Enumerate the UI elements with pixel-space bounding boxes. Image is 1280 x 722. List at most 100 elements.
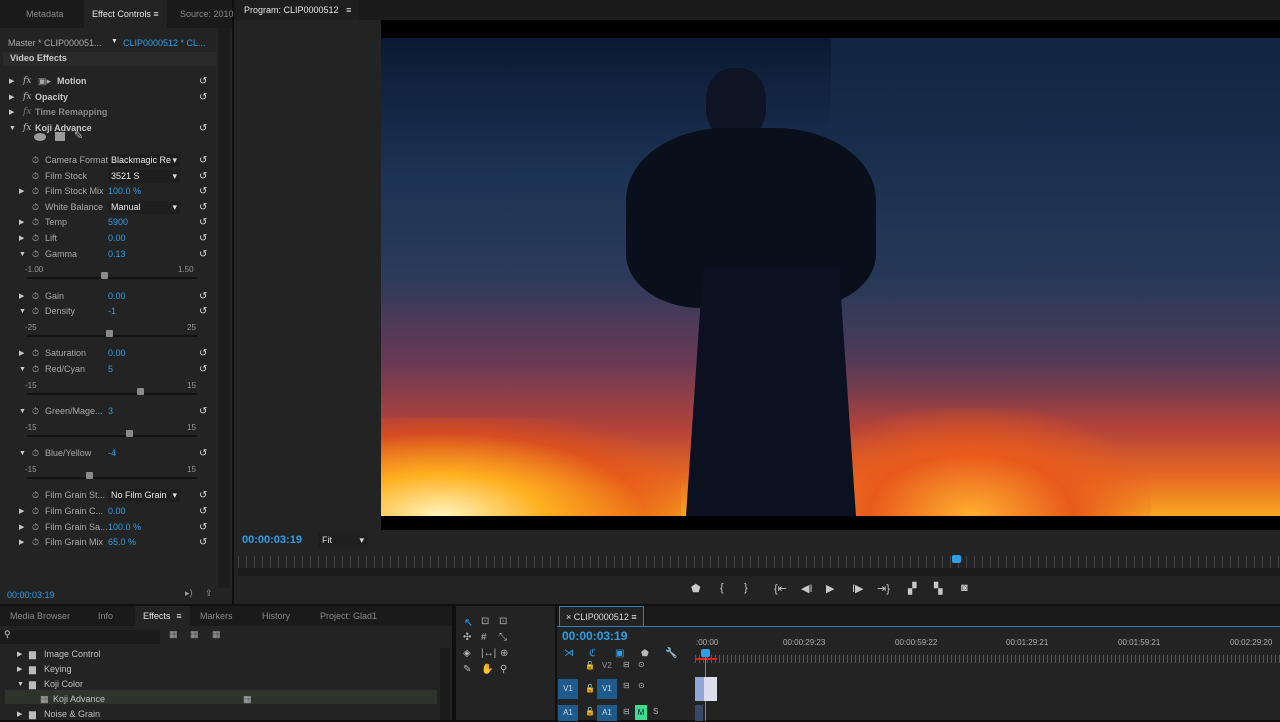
- search-input[interactable]: [0, 630, 160, 644]
- effect-browser-item[interactable]: ▦ Koji Advance ▦: [0, 692, 430, 707]
- effect-row-opacity[interactable]: ▶ fx Opacity ↺: [0, 90, 218, 105]
- param-dropdown[interactable]: Manual: [108, 200, 180, 214]
- slip-icon[interactable]: |↔|: [481, 648, 496, 659]
- param-value[interactable]: 0.00: [108, 346, 126, 361]
- collapse-triangle-icon[interactable]: ▼: [17, 677, 24, 692]
- stopwatch-icon[interactable]: ⏱: [32, 153, 39, 168]
- slider-thumb[interactable]: [100, 272, 108, 280]
- param-row[interactable]: ▼ ⏱ Blue/Yellow -4 ↺: [0, 446, 218, 461]
- effect-row-koji-advance[interactable]: ▼ fx Koji Advance ↺: [0, 121, 218, 136]
- rolling-edit-icon[interactable]: #: [481, 632, 487, 643]
- param-row[interactable]: ⏱ White Balance Manual ↺: [0, 200, 218, 215]
- reset-icon[interactable]: ↺: [199, 153, 207, 168]
- tab-effect-controls[interactable]: Effect Controls ≡: [84, 0, 167, 28]
- stopwatch-icon[interactable]: ⏱: [32, 231, 39, 246]
- panel-menu-icon[interactable]: ≡: [176, 611, 181, 621]
- export-frame-icon[interactable]: ◙: [961, 582, 968, 594]
- param-row[interactable]: ▼ ⏱ Green/Mage... 3 ↺: [0, 404, 218, 419]
- tab-media-browser[interactable]: Media Browser: [10, 606, 70, 626]
- slider-thumb[interactable]: [137, 387, 145, 395]
- yuv-filter-icon[interactable]: ▦: [212, 629, 221, 640]
- param-value[interactable]: 0.00: [108, 231, 126, 246]
- param-row[interactable]: ▼ ⏱ Red/Cyan 5 ↺: [0, 362, 218, 377]
- param-row[interactable]: ▶ ⏱ Film Grain Mix 65.0 % ↺: [0, 535, 218, 550]
- ripple-edit-icon[interactable]: ✣: [463, 632, 471, 643]
- expand-triangle-icon[interactable]: ▼: [9, 121, 16, 136]
- panel-menu-icon[interactable]: ≡: [153, 9, 158, 19]
- param-value[interactable]: 100.0 %: [108, 520, 141, 535]
- scrollbar[interactable]: [218, 28, 230, 588]
- snap-icon[interactable]: ⋊: [564, 648, 574, 659]
- slider-thumb[interactable]: [86, 471, 94, 479]
- tab-program[interactable]: Program: CLIP0000512 ≡: [236, 0, 360, 20]
- reset-icon[interactable]: ↺: [199, 231, 207, 246]
- mute-button[interactable]: M: [635, 705, 647, 720]
- settings-wrench-icon[interactable]: 🔧: [665, 648, 677, 659]
- play-icon[interactable]: ▶: [826, 582, 834, 595]
- fx-icon[interactable]: fx: [23, 121, 31, 136]
- param-row[interactable]: ▼ ⏱ Gamma 0.13 ↺: [0, 247, 218, 262]
- reset-icon[interactable]: ↺: [199, 289, 207, 304]
- param-slider-track[interactable]: [27, 429, 197, 437]
- stopwatch-icon[interactable]: ⏱: [32, 215, 39, 230]
- mark-out-icon[interactable]: }: [744, 582, 748, 594]
- stopwatch-icon[interactable]: ⏱: [32, 504, 39, 519]
- param-value[interactable]: 0.00: [108, 504, 126, 519]
- param-row[interactable]: ▶ ⏱ Lift 0.00 ↺: [0, 231, 218, 246]
- reset-icon[interactable]: ↺: [199, 304, 207, 319]
- pen-icon[interactable]: ✎: [463, 664, 471, 675]
- tab-source[interactable]: Source: 2010: [180, 0, 234, 28]
- expand-triangle-icon[interactable]: ▶: [19, 215, 24, 230]
- param-slider-track[interactable]: [27, 329, 197, 337]
- param-slider-track[interactable]: [27, 272, 197, 280]
- audio-clip[interactable]: [695, 705, 703, 721]
- timeline-timecode[interactable]: 00:00:03:19: [562, 629, 627, 643]
- tab-project-glad1[interactable]: Project: Glad1: [320, 606, 377, 626]
- slider-thumb[interactable]: [126, 429, 133, 437]
- hand-icon[interactable]: ✋: [481, 664, 493, 675]
- go-to-out-icon[interactable]: ⇥}: [877, 582, 890, 595]
- param-value[interactable]: 0.13: [108, 247, 126, 262]
- expand-triangle-icon[interactable]: ▶: [19, 184, 24, 199]
- stopwatch-icon[interactable]: ⏱: [32, 169, 39, 184]
- reset-icon[interactable]: ↺: [199, 520, 207, 535]
- time-ruler[interactable]: [238, 556, 1280, 568]
- expand-triangle-icon[interactable]: ▶: [19, 535, 24, 550]
- param-row[interactable]: ▼ ⏱ Density -1 ↺: [0, 304, 218, 319]
- source-patch-v1[interactable]: V1: [558, 679, 578, 699]
- expand-triangle-icon[interactable]: ▶: [19, 504, 24, 519]
- motion-transform-icon[interactable]: ▣▸: [38, 74, 51, 89]
- overwrite-icon[interactable]: ▚: [934, 582, 942, 595]
- tab-metadata[interactable]: Metadata: [26, 0, 64, 28]
- lock-icon[interactable]: 🔓: [585, 661, 595, 670]
- tab-timeline[interactable]: × CLIP0000512 ≡: [559, 606, 644, 626]
- track-select-backward-icon[interactable]: ⊡: [499, 616, 507, 627]
- pen-mask-icon[interactable]: ✎: [74, 129, 83, 142]
- insert-icon[interactable]: ▞: [908, 582, 916, 595]
- linked-selection-icon[interactable]: ℭ: [589, 648, 596, 659]
- zoom-icon[interactable]: ⚲: [500, 664, 507, 675]
- reset-icon[interactable]: ↺: [199, 247, 207, 262]
- accelerated-filter-icon[interactable]: ▦: [169, 629, 178, 640]
- collapse-triangle-icon[interactable]: ▼: [19, 304, 26, 319]
- selection-tool-icon[interactable]: ↖: [464, 616, 473, 629]
- panel-menu-icon[interactable]: ≡: [346, 5, 351, 15]
- stopwatch-icon[interactable]: ⏱: [32, 404, 39, 419]
- fx-icon[interactable]: fx: [23, 90, 31, 105]
- track-select-forward-icon[interactable]: ⊡: [481, 616, 489, 627]
- slider-thumb[interactable]: [105, 329, 113, 337]
- expand-triangle-icon[interactable]: ▶: [9, 90, 14, 105]
- stopwatch-icon[interactable]: ⏱: [32, 184, 39, 199]
- track-a1-target[interactable]: A1: [597, 705, 617, 721]
- stopwatch-icon[interactable]: ⏱: [32, 346, 39, 361]
- effect-row-motion[interactable]: ▶ fx Motion ▣▸ ↺: [0, 74, 218, 89]
- param-dropdown[interactable]: 3521 S: [108, 169, 180, 183]
- reset-icon[interactable]: ↺: [199, 535, 207, 550]
- reset-icon[interactable]: ↺: [199, 488, 207, 503]
- stopwatch-icon[interactable]: ⏱: [32, 200, 39, 215]
- reset-icon[interactable]: ↺: [199, 169, 207, 184]
- eye-icon[interactable]: ⊙: [638, 660, 645, 669]
- expand-triangle-icon[interactable]: ▶: [19, 520, 24, 535]
- expand-triangle-icon[interactable]: ▶: [19, 346, 24, 361]
- tab-markers[interactable]: Markers: [200, 606, 233, 626]
